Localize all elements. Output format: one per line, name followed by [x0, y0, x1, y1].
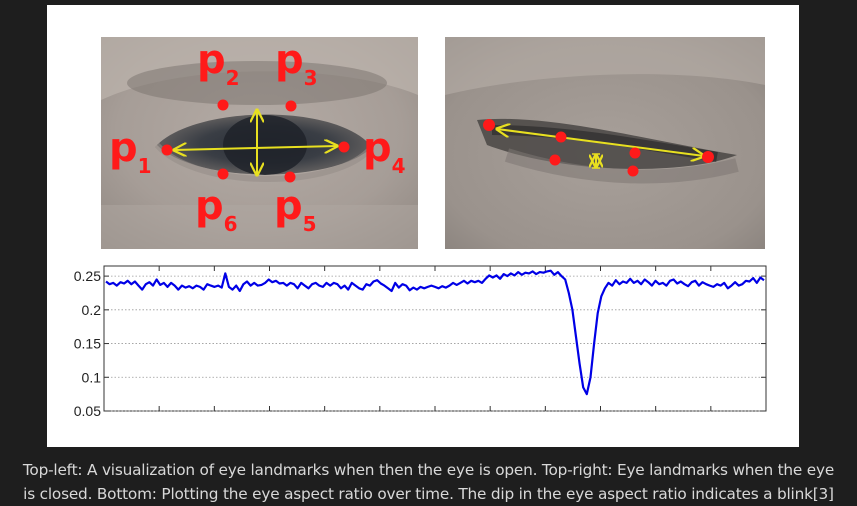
caption-line-2: is closed. Bottom: Plotting the eye aspe… — [23, 485, 834, 503]
closed-landmark-dot-1 — [483, 119, 495, 131]
figure-caption: Top-left: A visualization of eye landmar… — [0, 458, 857, 506]
landmark-p6-dot — [217, 168, 229, 180]
chart-y-tick-label: 0.05 — [74, 403, 101, 419]
figure-panel: p1 p2 p3 p4 p5 p6 0.25 0.2 0.15 0.1 0.05 — [47, 5, 799, 447]
landmark-p3-dot — [285, 100, 297, 112]
closed-landmark-dot-2 — [555, 131, 567, 143]
chart-y-tick-label: 0.1 — [82, 369, 102, 385]
landmark-p5-dot — [284, 171, 296, 183]
chart-y-tick-label: 0.15 — [74, 336, 101, 352]
landmark-p4-dot — [338, 141, 350, 153]
caption-line-1: Top-left: A visualization of eye landmar… — [22, 461, 835, 479]
closed-landmark-dot-5 — [627, 165, 639, 177]
closed-landmark-dot-3 — [629, 147, 641, 159]
chart-y-tick-label: 0.2 — [82, 302, 102, 318]
closed-landmark-dot-6 — [549, 154, 561, 166]
chart-y-tick-label: 0.25 — [74, 268, 101, 284]
ear-chart: 0.25 0.2 0.15 0.1 0.05 — [74, 265, 767, 419]
landmark-p2-dot — [217, 99, 229, 111]
closed-landmark-dot-4 — [702, 151, 714, 163]
landmark-p1-dot — [161, 144, 173, 156]
figure-svg: p1 p2 p3 p4 p5 p6 0.250.20.150.10.05 — [74, 37, 767, 419]
